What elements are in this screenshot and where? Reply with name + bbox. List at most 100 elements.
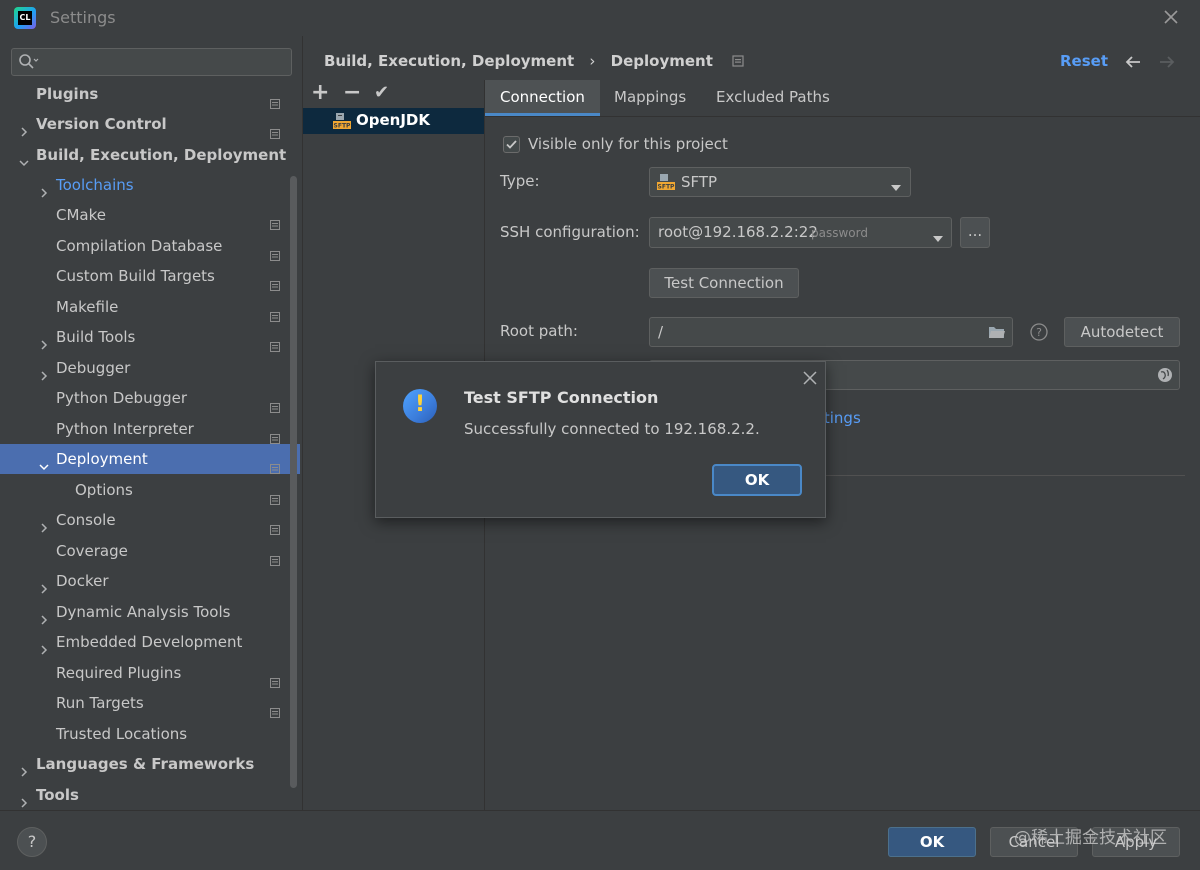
- breadcrumb-item-build[interactable]: Build, Execution, Deployment: [324, 52, 574, 70]
- sidebar-item-label: CMake: [56, 206, 106, 224]
- project-scope-icon: [270, 424, 280, 444]
- chevron-right-icon[interactable]: [18, 118, 30, 137]
- sidebar-item[interactable]: Options: [0, 475, 300, 505]
- chevron-right-icon[interactable]: [38, 179, 50, 198]
- sidebar-item[interactable]: Debugger: [0, 353, 300, 383]
- reset-link[interactable]: Reset: [1060, 52, 1108, 70]
- globe-icon[interactable]: [1157, 367, 1173, 387]
- window-title: Settings: [50, 8, 116, 27]
- chevron-right-icon[interactable]: [38, 636, 50, 655]
- sidebar-item[interactable]: Embedded Development: [0, 627, 300, 657]
- svg-text:SFTP: SFTP: [658, 184, 675, 191]
- test-connection-button[interactable]: Test Connection: [649, 268, 799, 298]
- ssh-auth-type: password: [811, 226, 868, 240]
- chevron-right-icon[interactable]: [18, 758, 30, 777]
- info-icon: !: [403, 389, 437, 423]
- autodetect-button[interactable]: Autodetect: [1064, 317, 1180, 347]
- project-scope-icon: [270, 546, 280, 566]
- ssh-config-more-button[interactable]: ...: [960, 217, 990, 248]
- project-scope-icon: [270, 119, 280, 139]
- chevron-right-icon[interactable]: [38, 362, 50, 381]
- server-toolbar: + − ✔: [303, 80, 483, 108]
- sidebar-item[interactable]: Custom Build Targets: [0, 261, 300, 291]
- type-select[interactable]: SFTP SFTP: [649, 167, 911, 197]
- chevron-right-icon[interactable]: [38, 514, 50, 533]
- sidebar-item[interactable]: Required Plugins: [0, 658, 300, 688]
- sftp-icon: SFTP: [657, 174, 675, 194]
- tab-bar: Connection Mappings Excluded Paths: [485, 80, 1200, 116]
- server-item-openjdk[interactable]: SFTP OpenJDK: [303, 108, 484, 134]
- dialog-message: Successfully connected to 192.168.2.2.: [464, 420, 760, 438]
- add-server-button[interactable]: +: [311, 80, 329, 105]
- help-button[interactable]: ?: [17, 827, 47, 857]
- sidebar-item-label: Run Targets: [56, 694, 144, 712]
- project-scope-icon: [270, 271, 280, 291]
- project-scope-icon: [270, 241, 280, 261]
- sidebar-item[interactable]: Build, Execution, Deployment: [0, 140, 300, 170]
- root-path-label: Root path:: [500, 322, 578, 340]
- ok-button[interactable]: OK: [888, 827, 976, 857]
- sidebar-item[interactable]: Toolchains: [0, 170, 300, 200]
- sidebar-item[interactable]: Plugins: [0, 79, 300, 109]
- sidebar-item[interactable]: CMake: [0, 200, 300, 230]
- sidebar-item[interactable]: Dynamic Analysis Tools: [0, 597, 300, 627]
- sidebar-item[interactable]: Trusted Locations: [0, 719, 300, 749]
- chevron-right-icon[interactable]: [18, 789, 30, 808]
- sidebar-item[interactable]: Languages & Frameworks: [0, 749, 300, 779]
- help-circle-icon[interactable]: ?: [1030, 323, 1048, 345]
- sidebar-item-label: Tools: [36, 786, 79, 804]
- tab-connection[interactable]: Connection: [485, 80, 600, 116]
- ssh-config-label: SSH configuration:: [500, 223, 640, 241]
- svg-text:?: ?: [1036, 326, 1042, 339]
- remove-server-button[interactable]: −: [343, 80, 361, 105]
- sidebar-item-label: Compilation Database: [56, 237, 223, 255]
- sidebar-item[interactable]: Compilation Database: [0, 231, 300, 261]
- project-scope-icon: [270, 485, 280, 505]
- sidebar-item[interactable]: Run Targets: [0, 688, 300, 718]
- sidebar-item[interactable]: Python Debugger: [0, 383, 300, 413]
- ssh-config-value: root@192.168.2.2:22: [658, 223, 818, 241]
- sidebar-item-label: Build, Execution, Deployment: [36, 146, 287, 164]
- close-window-icon[interactable]: [1160, 6, 1182, 28]
- server-name: OpenJDK: [356, 111, 430, 129]
- chevron-down-icon[interactable]: [18, 149, 30, 167]
- sidebar-item[interactable]: Deployment: [0, 444, 300, 474]
- sidebar-item[interactable]: Console: [0, 505, 300, 535]
- set-default-server-button[interactable]: ✔: [374, 82, 389, 103]
- sidebar-item[interactable]: Python Interpreter: [0, 414, 300, 444]
- breadcrumb-item-deployment: Deployment: [610, 52, 713, 70]
- dialog-title: Test SFTP Connection: [464, 388, 659, 407]
- sidebar-item-label: Debugger: [56, 359, 131, 377]
- chevron-right-icon[interactable]: [38, 331, 50, 350]
- sidebar-item[interactable]: Makefile: [0, 292, 300, 322]
- folder-icon[interactable]: [988, 325, 1006, 343]
- visible-only-checkbox[interactable]: [503, 136, 520, 153]
- sidebar-item[interactable]: Tools: [0, 780, 300, 810]
- sidebar-item-label: Embedded Development: [56, 633, 243, 651]
- chevron-right-icon[interactable]: [38, 606, 50, 625]
- root-path-input[interactable]: /: [649, 317, 1013, 347]
- sidebar-item[interactable]: Docker: [0, 566, 300, 596]
- back-arrow-icon[interactable]: [1124, 54, 1142, 74]
- breadcrumb-separator: ›: [589, 52, 596, 70]
- sidebar-item[interactable]: Version Control: [0, 109, 300, 139]
- close-dialog-icon[interactable]: [802, 370, 818, 390]
- sidebar-scrollbar[interactable]: [290, 176, 297, 788]
- project-scope-icon: [270, 668, 280, 688]
- sidebar-item[interactable]: Build Tools: [0, 322, 300, 352]
- forward-arrow-icon[interactable]: [1158, 54, 1176, 74]
- settings-search-input[interactable]: [11, 48, 292, 76]
- tab-mappings[interactable]: Mappings: [599, 80, 701, 116]
- breadcrumb: Build, Execution, Deployment › Deploymen…: [324, 52, 744, 74]
- sidebar-item-label: Options: [75, 481, 133, 499]
- chevron-right-icon[interactable]: [38, 575, 50, 594]
- sidebar-item[interactable]: Coverage: [0, 536, 300, 566]
- ssh-config-select[interactable]: root@192.168.2.2:22 password: [649, 217, 952, 248]
- sidebar-item-label: Trusted Locations: [56, 725, 188, 743]
- project-scope-icon: [732, 53, 744, 71]
- dialog-ok-button[interactable]: OK: [712, 464, 802, 496]
- sidebar-item-label: Python Debugger: [56, 389, 188, 407]
- project-scope-icon: [270, 393, 280, 413]
- chevron-down-icon[interactable]: [38, 453, 50, 471]
- tab-excluded-paths[interactable]: Excluded Paths: [701, 80, 845, 116]
